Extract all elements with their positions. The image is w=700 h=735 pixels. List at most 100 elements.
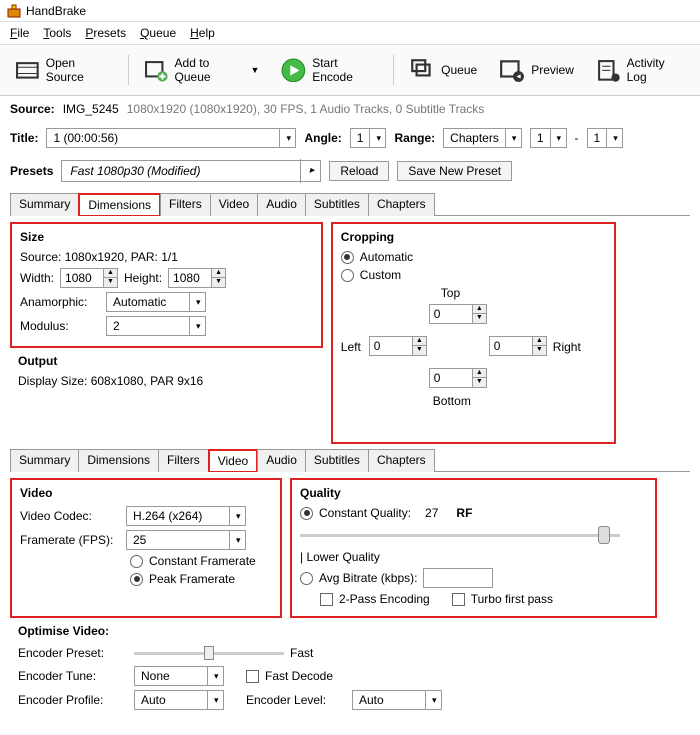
anamorphic-select[interactable]: Automatic ▾ [106, 292, 206, 312]
turbo-label: Turbo first pass [471, 592, 553, 606]
crop-center-input[interactable] [430, 369, 472, 387]
open-source-button[interactable]: Open Source [6, 51, 122, 89]
chevron-down-icon: ▾ [189, 292, 205, 312]
size-panel: Size Source: 1080x1920, PAR: 1/1 Width: … [10, 222, 323, 348]
fps-select[interactable]: 25 ▾ [126, 530, 246, 550]
crop-right-spinner[interactable]: ▲▼ [489, 336, 547, 356]
presets-row: Presets Fast 1080p30 (Modified) ▸ Reload… [0, 154, 700, 188]
add-queue-button[interactable]: Add to Queue ▼ [135, 51, 268, 89]
cropping-panel: Cropping Automatic Custom Top ▲▼ Left ▲▼… [331, 222, 617, 444]
chevron-down-icon[interactable]: ▼ [251, 65, 260, 75]
toolbar: Open Source Add to Queue ▼ Start Encode … [0, 45, 700, 96]
lower-quality-label: | Lower Quality [300, 550, 647, 564]
menu-help[interactable]: Help [184, 24, 221, 42]
tab-audio[interactable]: Audio [257, 193, 306, 216]
tab2-video[interactable]: Video [208, 449, 258, 472]
tab-chapters[interactable]: Chapters [368, 193, 435, 216]
avg-bitrate-radio[interactable] [300, 572, 313, 585]
encoder-level-select[interactable]: Auto ▾ [352, 690, 442, 710]
tab-filters[interactable]: Filters [160, 193, 211, 216]
chevron-down-icon: ▾ [229, 506, 245, 526]
spin-down-icon[interactable]: ▼ [103, 278, 117, 287]
start-encode-label: Start Encode [312, 56, 378, 84]
quality-slider[interactable] [300, 526, 620, 544]
range-from-select[interactable]: 1 ▾ [530, 128, 567, 148]
optimise-heading: Optimise Video: [18, 624, 682, 638]
peak-fr-radio[interactable] [130, 573, 143, 586]
tab2-subtitles[interactable]: Subtitles [305, 449, 369, 472]
height-input[interactable] [169, 269, 211, 287]
chevron-down-icon: ▾ [369, 128, 385, 148]
encoder-tune-value: None [135, 668, 176, 684]
tabs-2: Summary Dimensions Filters Video Audio S… [10, 448, 690, 472]
tab2-chapters[interactable]: Chapters [368, 449, 435, 472]
crop-auto-radio[interactable] [341, 251, 354, 264]
avg-bitrate-input[interactable] [423, 568, 493, 588]
codec-select[interactable]: H.264 (x264) ▾ [126, 506, 246, 526]
fastdecode-check[interactable] [246, 670, 259, 683]
range-to-select[interactable]: 1 ▾ [587, 128, 624, 148]
film-icon [15, 57, 40, 83]
preview-label: Preview [531, 63, 574, 77]
reload-button[interactable]: Reload [329, 161, 389, 181]
tab-summary[interactable]: Summary [10, 193, 79, 216]
menu-tools[interactable]: Tools [37, 24, 77, 42]
crop-top-spinner[interactable]: ▲▼ [429, 304, 487, 324]
source-row: Source: IMG_5245 1080x1920 (1080x1920), … [0, 96, 700, 122]
crop-center-spinner[interactable]: ▲▼ [429, 368, 487, 388]
constant-fr-radio[interactable] [130, 555, 143, 568]
optimise-panel: Optimise Video: Encoder Preset: Fast Enc… [10, 618, 690, 720]
title-select[interactable]: 1 (00:00:56) ▾ [46, 128, 296, 148]
slider-thumb-icon[interactable] [204, 646, 214, 660]
width-spinner[interactable]: ▲▼ [60, 268, 118, 288]
crop-custom-radio[interactable] [341, 269, 354, 282]
activity-log-button[interactable]: Activity Log [587, 51, 694, 89]
open-source-label: Open Source [46, 56, 113, 84]
tab-dimensions[interactable]: Dimensions [78, 193, 161, 216]
cq-radio[interactable] [300, 507, 313, 520]
encoder-profile-select[interactable]: Auto ▾ [134, 690, 224, 710]
queue-button[interactable]: Queue [400, 52, 486, 88]
avg-bitrate-label: Avg Bitrate (kbps): [319, 571, 417, 585]
tab2-filters[interactable]: Filters [158, 449, 209, 472]
angle-label: Angle: [304, 131, 341, 145]
menu-file[interactable]: File [4, 24, 35, 42]
tab-subtitles[interactable]: Subtitles [305, 193, 369, 216]
tab-video[interactable]: Video [210, 193, 258, 216]
angle-select[interactable]: 1 ▾ [350, 128, 387, 148]
range-kind-select[interactable]: Chapters ▾ [443, 128, 522, 148]
spin-down-icon[interactable]: ▼ [211, 278, 225, 287]
start-encode-button[interactable]: Start Encode [272, 51, 387, 89]
crop-left-input[interactable] [370, 337, 412, 355]
twopass-check[interactable] [320, 593, 333, 606]
source-name: IMG_5245 [63, 102, 119, 116]
spin-up-icon[interactable]: ▲ [103, 269, 117, 278]
crop-left-spinner[interactable]: ▲▼ [369, 336, 427, 356]
modulus-select[interactable]: 2 ▾ [106, 316, 206, 336]
preset-select[interactable]: Fast 1080p30 (Modified) ▸ [61, 160, 321, 182]
modulus-label: Modulus: [20, 319, 100, 333]
quality-panel: Quality Constant Quality: 27 RF | Lower … [290, 478, 657, 618]
preview-button[interactable]: Preview [490, 52, 583, 88]
height-spinner[interactable]: ▲▼ [168, 268, 226, 288]
output-line: Display Size: 608x1080, PAR 9x16 [18, 374, 315, 388]
peak-fr-label: Peak Framerate [149, 572, 235, 586]
crop-right-input[interactable] [490, 337, 532, 355]
tab2-summary[interactable]: Summary [10, 449, 79, 472]
spin-up-icon[interactable]: ▲ [211, 269, 225, 278]
chevron-down-icon: ▾ [189, 316, 205, 336]
tab2-dimensions[interactable]: Dimensions [78, 449, 159, 472]
turbo-check[interactable] [452, 593, 465, 606]
play-icon [281, 57, 306, 83]
encoder-tune-select[interactable]: None ▾ [134, 666, 224, 686]
encoder-level-label: Encoder Level: [246, 693, 346, 707]
encoder-preset-slider[interactable] [134, 644, 284, 662]
menu-presets[interactable]: Presets [79, 24, 132, 42]
slider-thumb-icon[interactable] [598, 526, 610, 544]
tab2-audio[interactable]: Audio [257, 449, 306, 472]
crop-top-input[interactable] [430, 305, 472, 323]
width-input[interactable] [61, 269, 103, 287]
output-heading: Output [18, 354, 315, 368]
menu-queue[interactable]: Queue [134, 24, 182, 42]
save-preset-button[interactable]: Save New Preset [397, 161, 512, 181]
